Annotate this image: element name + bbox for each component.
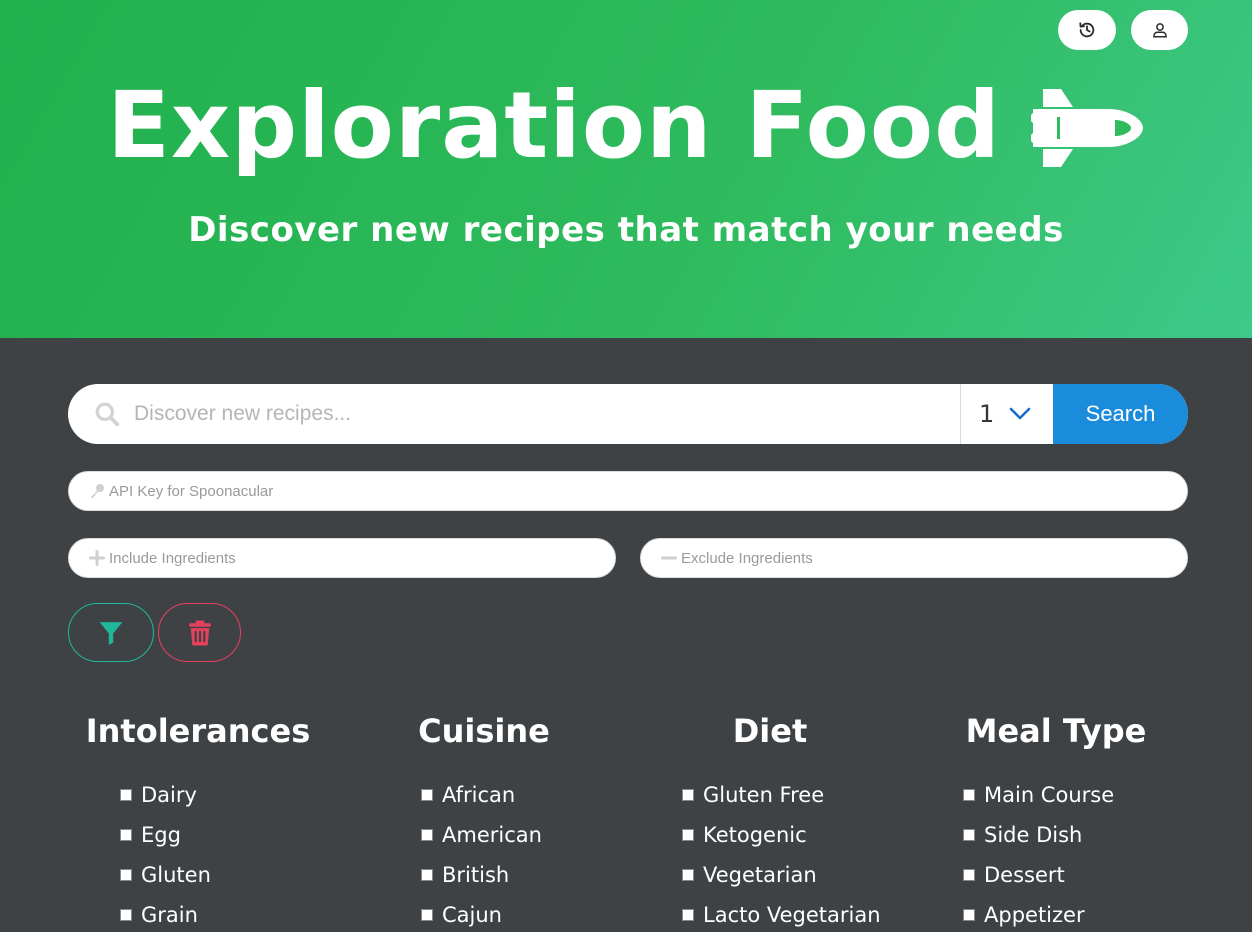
checkbox-label: Egg: [141, 823, 181, 847]
checkbox-lacto-vegetarian[interactable]: Lacto Vegetarian: [682, 903, 881, 927]
checkbox-box[interactable]: [421, 869, 433, 881]
exclude-ingredients-field: [640, 538, 1188, 578]
meal-type-heading: Meal Type: [965, 712, 1147, 750]
checkbox-label: Gluten Free: [703, 783, 825, 807]
hero-subtitle: Discover new recipes that match your nee…: [188, 210, 1064, 250]
plus-icon: [69, 550, 107, 566]
clear-filters-button[interactable]: [158, 603, 241, 662]
checkbox-label: Dairy: [141, 783, 197, 807]
space-shuttle-icon: [1030, 89, 1143, 167]
meal-type-column: Meal Type: [906, 712, 1206, 758]
checkbox-label: Side Dish: [984, 823, 1083, 847]
checkbox-label: Grain: [141, 903, 198, 927]
cuisine-column: Cuisine: [334, 712, 634, 758]
checkbox-box[interactable]: [120, 829, 132, 841]
diet-column: Diet: [620, 712, 920, 758]
include-ingredients-field: [68, 538, 616, 578]
history-icon: [1079, 22, 1095, 38]
checkbox-box[interactable]: [421, 789, 433, 801]
cuisine-heading: Cuisine: [418, 712, 550, 750]
checkbox-label: Gluten: [141, 863, 211, 887]
history-button[interactable]: [1058, 10, 1116, 50]
checkbox-box[interactable]: [421, 829, 433, 841]
checkbox-main-course[interactable]: Main Course: [963, 783, 1114, 807]
trash-icon: [188, 620, 211, 645]
checkbox-label: African: [442, 783, 516, 807]
api-key-input[interactable]: [107, 482, 1187, 500]
hero-title-row: Exploration Food: [0, 70, 1252, 182]
search-icon: [68, 384, 126, 444]
checkbox-box[interactable]: [421, 909, 433, 921]
account-button[interactable]: [1131, 10, 1188, 50]
checkbox-cajun[interactable]: Cajun: [421, 903, 502, 927]
checkbox-box[interactable]: [682, 789, 694, 801]
checkbox-label: American: [442, 823, 542, 847]
checkbox-box[interactable]: [120, 789, 132, 801]
intolerances-column: Intolerances: [48, 712, 348, 758]
checkbox-label: Dessert: [984, 863, 1065, 887]
hero-banner: Exploration Food Discover new recipes th…: [0, 0, 1252, 338]
checkbox-dessert[interactable]: Dessert: [963, 863, 1065, 887]
checkbox-label: Lacto Vegetarian: [703, 903, 881, 927]
checkbox-gluten[interactable]: Gluten: [120, 863, 211, 887]
checkbox-label: Main Course: [984, 783, 1115, 807]
user-icon: [1152, 23, 1167, 38]
page-number-value: 1: [979, 400, 995, 428]
checkbox-box[interactable]: [682, 869, 694, 881]
checkbox-box[interactable]: [682, 829, 694, 841]
page-number-select[interactable]: 1: [960, 384, 1053, 444]
checkbox-box[interactable]: [120, 869, 132, 881]
checkbox-box[interactable]: [682, 909, 694, 921]
checkbox-label: Vegetarian: [703, 863, 817, 887]
chevron-down-icon: [1009, 407, 1031, 420]
checkbox-vegetarian[interactable]: Vegetarian: [682, 863, 817, 887]
filter-icon: [99, 621, 123, 645]
checkbox-box[interactable]: [120, 909, 132, 921]
checkbox-label: Appetizer: [984, 903, 1085, 927]
search-button[interactable]: Search: [1053, 384, 1188, 444]
checkbox-appetizer[interactable]: Appetizer: [963, 903, 1085, 927]
filter-button[interactable]: [68, 603, 154, 662]
checkbox-african[interactable]: African: [421, 783, 515, 807]
intolerances-heading: Intolerances: [85, 712, 311, 750]
checkbox-label: Cajun: [442, 903, 502, 927]
checkbox-egg[interactable]: Egg: [120, 823, 181, 847]
checkbox-box[interactable]: [963, 829, 975, 841]
include-ingredients-input[interactable]: [107, 549, 615, 567]
checkbox-british[interactable]: British: [421, 863, 509, 887]
checkbox-box[interactable]: [963, 909, 975, 921]
checkbox-side-dish[interactable]: Side Dish: [963, 823, 1082, 847]
api-key-field: [68, 471, 1188, 511]
recipe-search-bar: 1 Search: [68, 384, 1188, 444]
checkbox-grain[interactable]: Grain: [120, 903, 198, 927]
checkbox-dairy[interactable]: Dairy: [120, 783, 197, 807]
exclude-ingredients-input[interactable]: [679, 549, 1187, 567]
checkbox-label: British: [442, 863, 510, 887]
checkbox-label: Ketogenic: [703, 823, 807, 847]
recipe-search-input[interactable]: [126, 384, 960, 444]
minus-icon: [641, 550, 679, 566]
checkbox-gluten-free[interactable]: Gluten Free: [682, 783, 824, 807]
page-title: Exploration Food: [107, 72, 1001, 179]
checkbox-box[interactable]: [963, 869, 975, 881]
checkbox-ketogenic[interactable]: Ketogenic: [682, 823, 807, 847]
checkbox-american[interactable]: American: [421, 823, 542, 847]
key-icon: [69, 483, 107, 499]
checkbox-box[interactable]: [963, 789, 975, 801]
diet-heading: Diet: [732, 712, 808, 750]
